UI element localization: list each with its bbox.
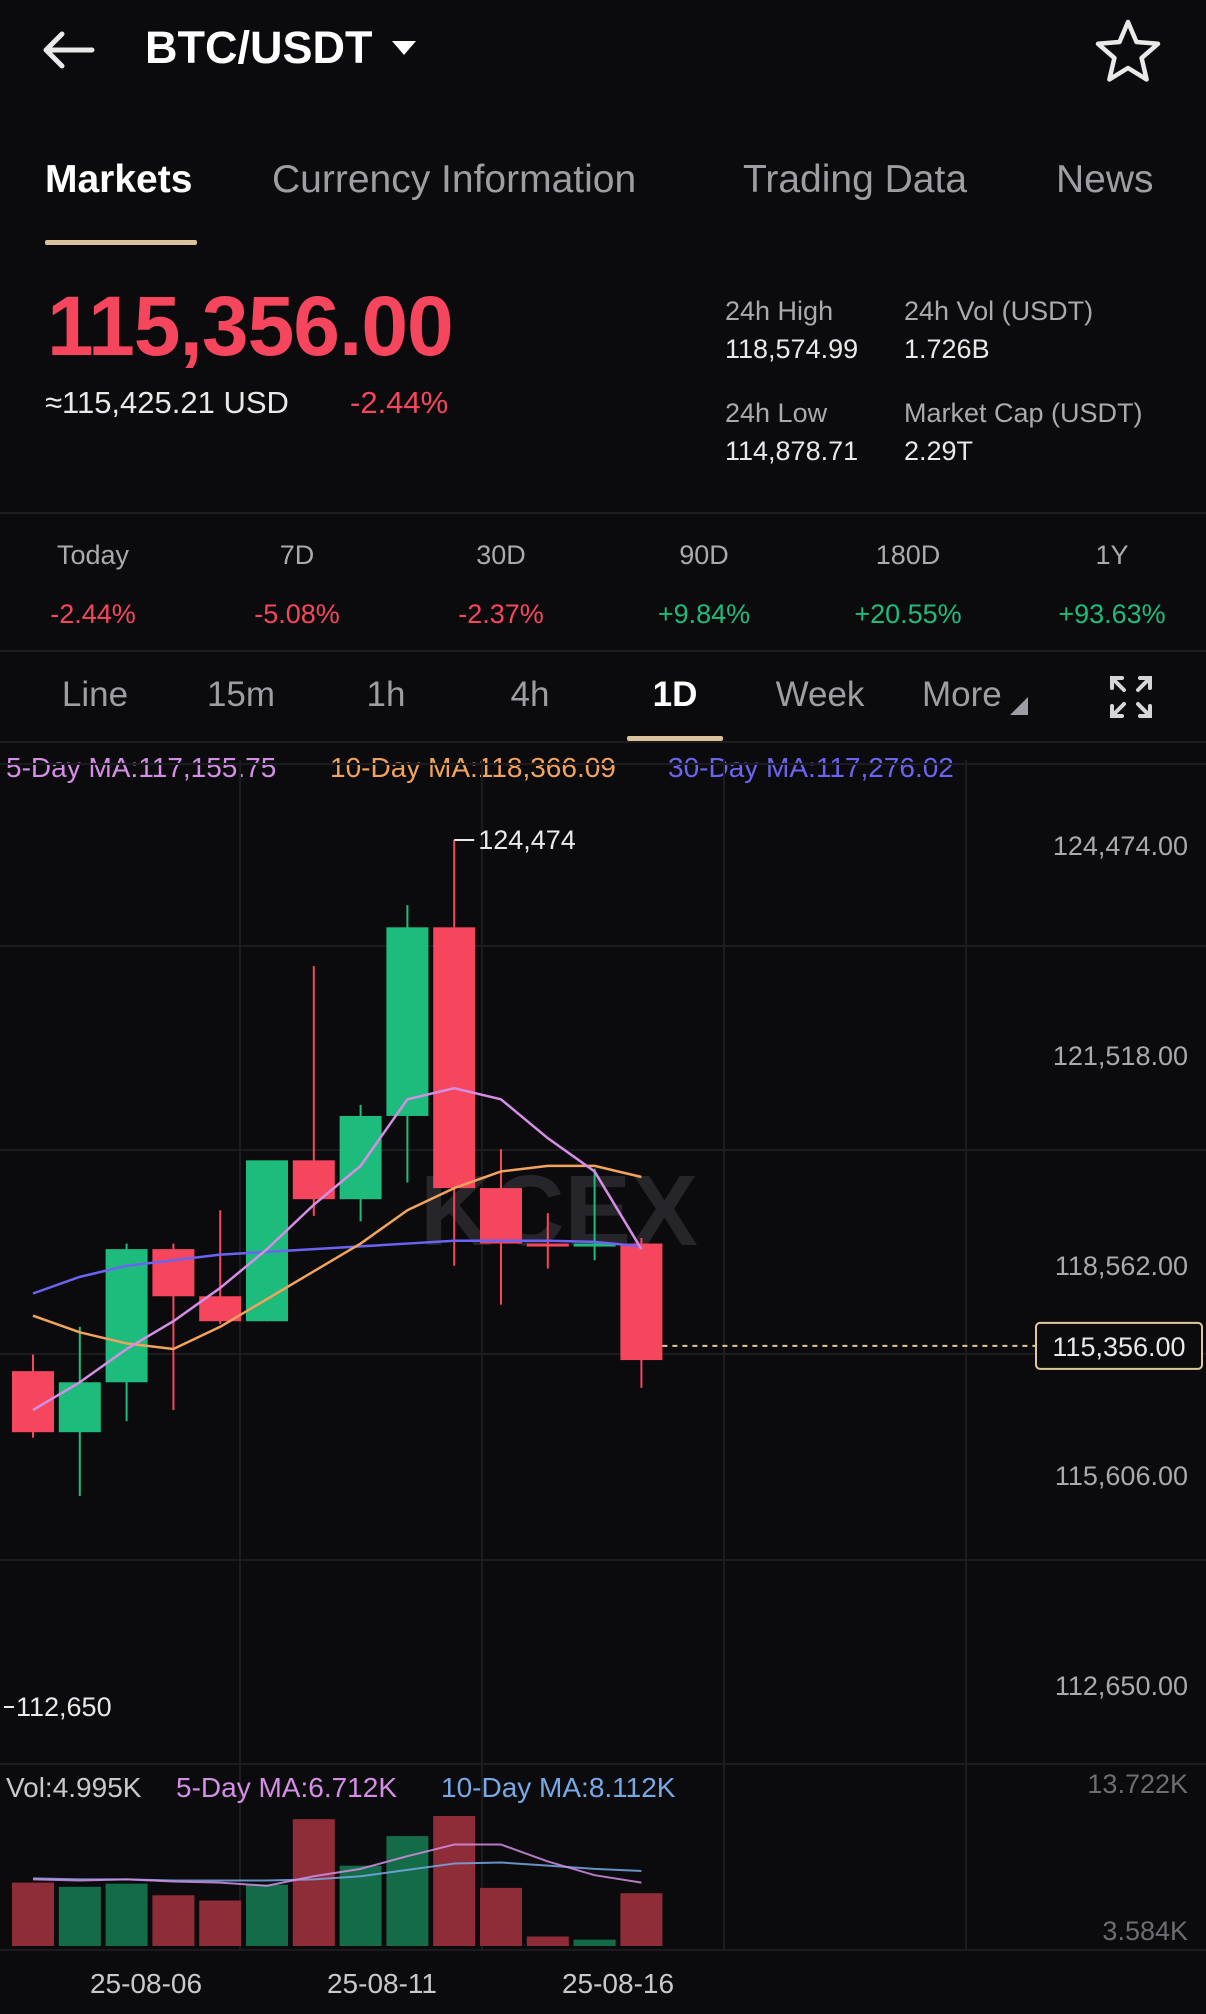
volume-bar bbox=[58, 1886, 101, 1946]
x-axis-label: 25-08-16 bbox=[562, 1968, 674, 1999]
vol-legend: Vol:4.995K bbox=[6, 1772, 142, 1803]
candle-body bbox=[620, 1243, 663, 1361]
max-price-label: 124,474 bbox=[478, 825, 576, 855]
volume-ma10-line bbox=[32, 1861, 642, 1882]
y-axis-label: 124,474.00 bbox=[1053, 831, 1188, 861]
volume-bar bbox=[526, 1936, 569, 1946]
volume-axis-bottom-label: 3.584K bbox=[1102, 1916, 1188, 1946]
x-axis-label: 25-08-11 bbox=[327, 1968, 437, 1999]
candle-body bbox=[339, 1115, 382, 1200]
x-axis-label: 25-08-06 bbox=[90, 1968, 202, 1999]
candle-body bbox=[152, 1249, 195, 1297]
volume-axis-top-label: 13.722K bbox=[1087, 1769, 1188, 1799]
last-price-tag-label: 115,356.00 bbox=[1052, 1332, 1185, 1362]
candle-body bbox=[526, 1243, 569, 1247]
y-axis-label: 121,518.00 bbox=[1053, 1041, 1188, 1071]
volume-bar bbox=[199, 1900, 242, 1946]
volume-bar bbox=[573, 1939, 616, 1946]
volume-bar bbox=[105, 1883, 148, 1946]
volume-bar bbox=[480, 1887, 522, 1946]
min-price-label: 112,650 bbox=[16, 1692, 112, 1722]
volume-bar bbox=[620, 1893, 663, 1946]
candle-body bbox=[433, 927, 476, 1189]
candle-body bbox=[480, 1188, 522, 1244]
vol-ma5-legend: 5-Day MA:6.712K bbox=[176, 1772, 397, 1803]
y-axis-label: 115,606.00 bbox=[1055, 1461, 1188, 1491]
candle-body bbox=[386, 927, 429, 1116]
y-axis-label: 112,650.00 bbox=[1055, 1671, 1188, 1701]
volume-bar bbox=[433, 1816, 476, 1946]
volume-bar bbox=[246, 1884, 288, 1946]
volume-bar bbox=[152, 1895, 195, 1946]
volume-bar bbox=[292, 1819, 335, 1946]
volume-bar bbox=[12, 1882, 54, 1946]
price-chart[interactable]: KCEX 124,474.00121,518.00118,562.00115,6… bbox=[0, 0, 1206, 2014]
candle-body bbox=[246, 1160, 288, 1322]
vol-ma10-legend: 10-Day MA:8.112K bbox=[441, 1772, 676, 1803]
y-axis-label: 118,562.00 bbox=[1055, 1251, 1188, 1281]
